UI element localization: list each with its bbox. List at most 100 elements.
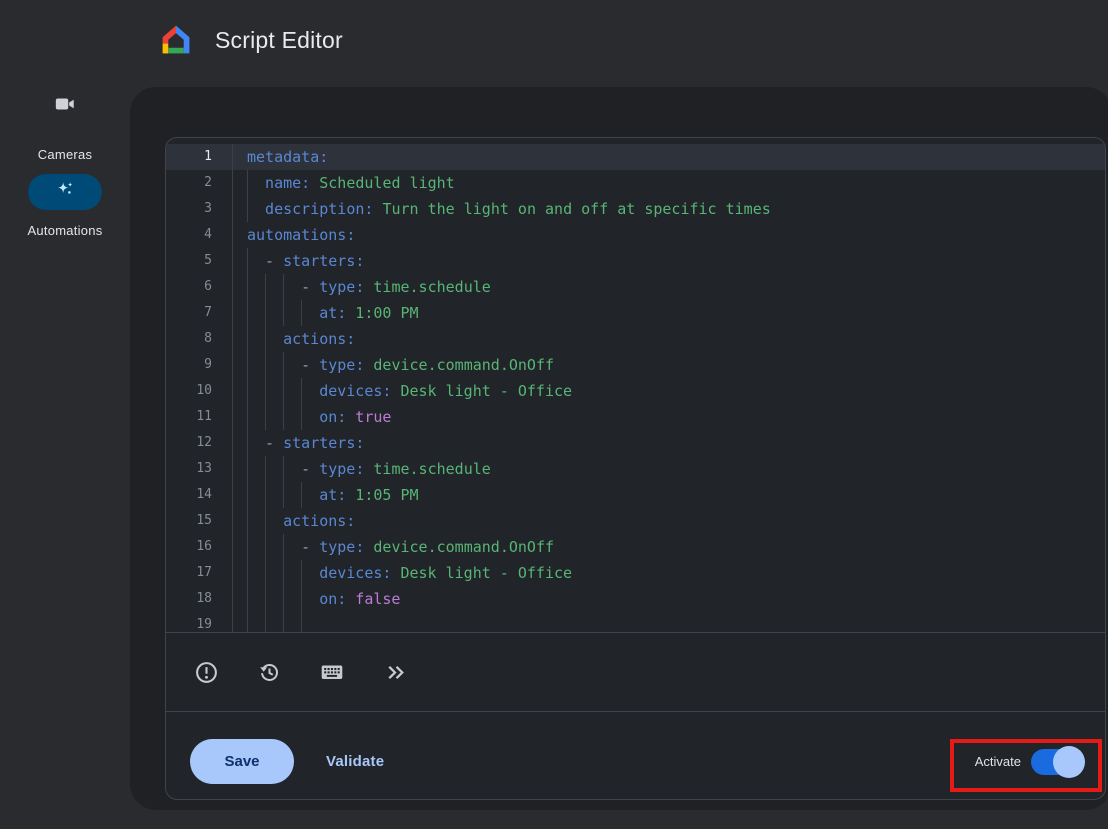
code-line[interactable]: 11on: true (166, 404, 1105, 430)
indent-guide (265, 378, 283, 404)
code-text: - type: time.schedule (233, 456, 491, 482)
indent-guide (283, 300, 301, 326)
code-text: metadata: (233, 144, 328, 170)
code-line[interactable]: 17devices: Desk light - Office (166, 560, 1105, 586)
token-bool: false (346, 590, 400, 608)
editor-toolbar (166, 633, 1105, 711)
indent-guide (247, 482, 265, 508)
code-line[interactable]: 12- starters: (166, 430, 1105, 456)
indent-guide (283, 482, 301, 508)
indent-guide (301, 404, 319, 430)
token-key: automations: (247, 226, 355, 244)
token-key: starters: (283, 252, 364, 270)
indent-guide (247, 586, 265, 612)
sidebar-item-cameras[interactable]: Cameras (0, 95, 130, 162)
code-text: - starters: (233, 430, 364, 456)
token-dash: - (301, 538, 319, 556)
indent-guide (247, 352, 265, 378)
line-number: 8 (166, 326, 233, 352)
code-editor[interactable]: 1 metadata: 2name: Scheduled light3descrip… (166, 138, 1105, 633)
keyboard-icon[interactable] (319, 659, 345, 685)
indent-guide (265, 586, 283, 612)
line-number: 13 (166, 456, 233, 482)
indent-guide (265, 404, 283, 430)
line-number: 14 (166, 482, 233, 508)
code-text: on: true (233, 404, 391, 430)
toggle-knob (1053, 746, 1085, 778)
code-line[interactable]: 15actions: (166, 508, 1105, 534)
script-editor-card: 1 metadata: 2name: Scheduled light3descrip… (165, 137, 1106, 800)
indent-guide (265, 274, 283, 300)
indent-guide (247, 534, 265, 560)
indent-guide (301, 482, 319, 508)
token-key: type: (319, 460, 364, 478)
indent-guide (283, 534, 301, 560)
code-line[interactable]: 1 metadata: (166, 144, 1105, 170)
indent-guide (265, 300, 283, 326)
token-key: metadata: (247, 148, 328, 166)
error-outline-icon[interactable] (193, 659, 219, 685)
editor-footer: Save Validate Activate (166, 711, 1105, 799)
save-button[interactable]: Save (190, 739, 294, 784)
google-home-logo-icon (159, 23, 193, 56)
indent-guide (247, 300, 265, 326)
code-line[interactable]: 13- type: time.schedule (166, 456, 1105, 482)
token-str: device.command.OnOff (364, 538, 554, 556)
token-str: Turn the light on and off at specific ti… (373, 200, 770, 218)
token-str: Desk light - Office (391, 564, 572, 582)
code-line[interactable]: 5 - starters: (166, 248, 1105, 274)
code-line[interactable]: 2name: Scheduled light (166, 170, 1105, 196)
indent-guide (247, 612, 265, 633)
videocam-icon (54, 95, 76, 118)
code-line[interactable]: 10devices: Desk light - Office (166, 378, 1105, 404)
activate-control: Activate (975, 749, 1079, 775)
indent-guide (247, 560, 265, 586)
token-key: type: (319, 356, 364, 374)
indent-guide (283, 612, 301, 633)
token-str: time.schedule (364, 460, 490, 478)
sidebar-item-label: Automations (0, 223, 130, 238)
line-number: 7 (166, 300, 233, 326)
token-key: on: (319, 408, 346, 426)
activate-toggle[interactable] (1031, 749, 1079, 775)
code-line[interactable]: 19 (166, 612, 1105, 633)
line-number: 16 (166, 534, 233, 560)
token-dash: - (265, 252, 283, 270)
code-line[interactable]: 9- type: device.command.OnOff (166, 352, 1105, 378)
code-line[interactable]: 7at: 1:00 PM (166, 300, 1105, 326)
indent-guide (247, 326, 265, 352)
code-text: - type: device.command.OnOff (233, 352, 554, 378)
code-line[interactable]: 16 - type: device.command.OnOff (166, 534, 1105, 560)
token-str: Desk light - Office (391, 382, 572, 400)
token-key: on: (319, 590, 346, 608)
sidebar-item-automations[interactable]: Automations (0, 174, 130, 238)
code-text: description: Turn the light on and off a… (233, 196, 771, 222)
history-icon[interactable] (256, 659, 282, 685)
line-number: 3 (166, 196, 233, 222)
indent-guide (283, 456, 301, 482)
code-line[interactable]: 14at: 1:05 PM (166, 482, 1105, 508)
token-key: type: (319, 538, 364, 556)
validate-button[interactable]: Validate (326, 753, 384, 770)
token-str: time.schedule (364, 278, 490, 296)
token-key: at: (319, 486, 346, 504)
sidebar: Cameras Automations (0, 87, 130, 829)
code-line[interactable]: 6- type: time.schedule (166, 274, 1105, 300)
code-line[interactable]: 4 automations: (166, 222, 1105, 248)
line-number: 11 (166, 404, 233, 430)
indent-guide (265, 612, 283, 633)
token-dash: - (301, 278, 319, 296)
line-number: 10 (166, 378, 233, 404)
line-number: 5 (166, 248, 233, 274)
line-number: 9 (166, 352, 233, 378)
token-dash: - (301, 356, 319, 374)
line-number: 1 (166, 144, 233, 170)
token-dash: - (301, 460, 319, 478)
line-number: 4 (166, 222, 233, 248)
code-line[interactable]: 3description: Turn the light on and off … (166, 196, 1105, 222)
double-chevron-right-icon[interactable] (382, 659, 408, 685)
script-editor-window: Script Editor Cameras (0, 0, 1108, 829)
code-line[interactable]: 18on: false (166, 586, 1105, 612)
code-line[interactable]: 8actions: (166, 326, 1105, 352)
indent-guide (283, 352, 301, 378)
